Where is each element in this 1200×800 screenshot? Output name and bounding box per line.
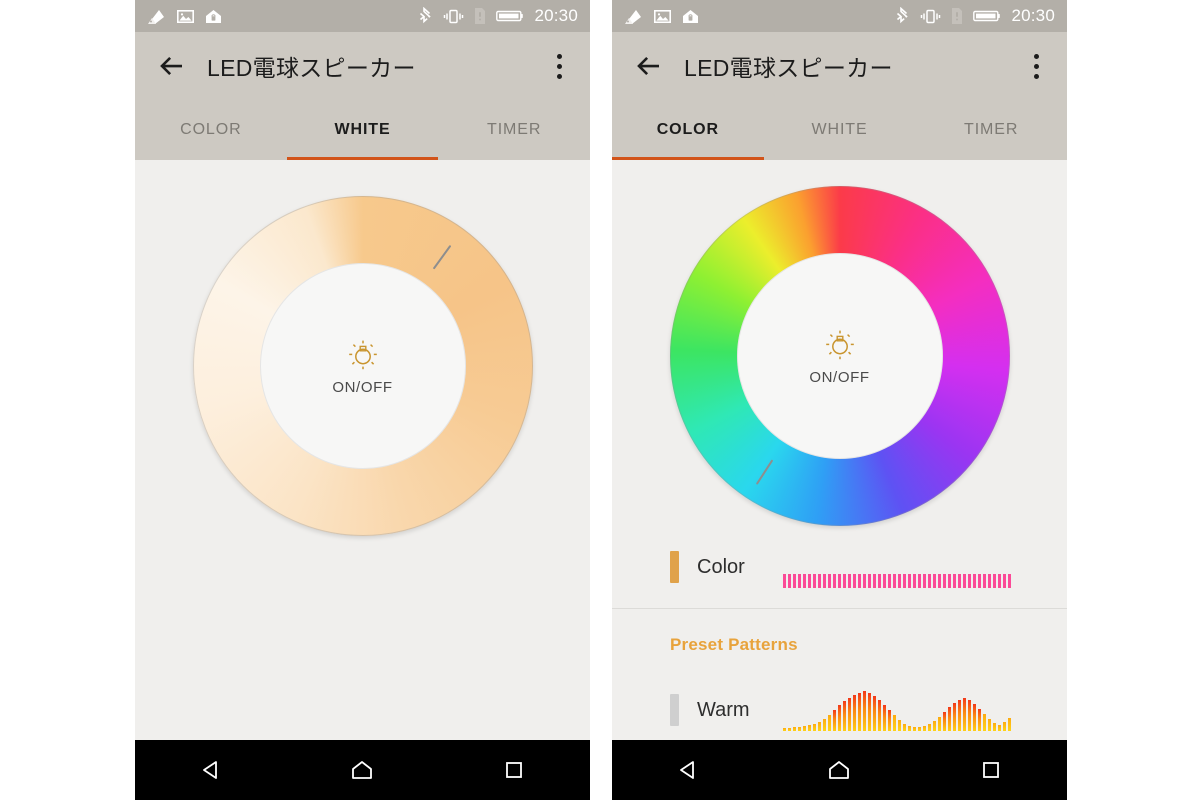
waveform-warm (783, 689, 1011, 731)
tab-timer[interactable]: TIMER (438, 100, 590, 160)
bluetooth-icon (896, 6, 911, 23)
battery-icon (496, 10, 524, 22)
page-title: LED電球スピーカー (684, 55, 893, 81)
home-lock-icon (206, 9, 221, 23)
bluetooth-icon (419, 6, 434, 23)
back-arrow-icon[interactable] (634, 51, 664, 81)
row-indicator (670, 694, 679, 726)
status-bar-left-icons (147, 8, 222, 25)
status-bar-clock: 20:30 (1011, 6, 1055, 25)
nav-home-button[interactable] (812, 750, 866, 790)
back-arrow-icon[interactable] (157, 51, 187, 81)
color-swatch-icon (148, 9, 164, 24)
status-bar: 20:30 (612, 0, 1067, 32)
photo-icon (654, 9, 671, 23)
home-lock-icon (683, 9, 698, 23)
status-bar-left-icons (624, 8, 699, 25)
section-header-preset-patterns: Preset Patterns (670, 635, 798, 654)
tab-white[interactable]: WHITE (286, 100, 439, 160)
status-bar-right-icons: 20:30 (896, 6, 1055, 26)
list-item-label: Color (697, 555, 745, 578)
tab-color[interactable]: COLOR (135, 100, 287, 160)
phone-screenshot-left: 20:30 LED電球スピーカー COLOR WHITE TIMER ON/OF… (135, 0, 590, 800)
light-bulb-icon (348, 340, 377, 369)
sim-card-icon (952, 8, 963, 24)
home-pentagon-icon (829, 761, 850, 779)
tab-bar: COLOR WHITE TIMER (135, 100, 590, 160)
android-nav-bar (612, 740, 1067, 800)
vibrate-icon (921, 9, 941, 23)
status-bar-clock: 20:30 (534, 6, 578, 25)
color-dial[interactable]: ON/OFF (669, 186, 1010, 526)
light-bulb-icon (825, 330, 854, 359)
nav-recents-button[interactable] (487, 750, 541, 790)
page-title: LED電球スピーカー (207, 55, 416, 81)
on-off-label: ON/OFF (332, 378, 393, 396)
home-pentagon-icon (352, 761, 373, 779)
nav-back-button[interactable] (661, 750, 715, 790)
sim-card-icon (475, 8, 486, 24)
waveform-color (783, 546, 1011, 588)
on-off-button[interactable]: ON/OFF (736, 253, 943, 459)
app-bar: LED電球スピーカー (612, 32, 1067, 100)
content-area-color: ON/OFF Color Preset Patterns Warm (612, 160, 1067, 800)
app-bar: LED電球スピーカー (135, 32, 590, 100)
status-bar-right-icons: 20:30 (419, 6, 578, 26)
tab-timer[interactable]: TIMER (915, 100, 1067, 160)
list-item-color[interactable]: Color (612, 526, 1067, 608)
phone-screenshot-right: 20:30 LED電球スピーカー COLOR WHITE TIMER ON/OF… (612, 0, 1067, 800)
nav-home-button[interactable] (335, 750, 389, 790)
tab-white[interactable]: WHITE (764, 100, 916, 160)
tab-color[interactable]: COLOR (612, 100, 764, 160)
list-item-warm[interactable]: Warm (612, 669, 1067, 751)
row-indicator (670, 551, 679, 583)
triangle-left-icon (679, 761, 694, 779)
more-options-icon[interactable] (1027, 50, 1045, 83)
battery-icon (973, 10, 1001, 22)
android-nav-bar (135, 740, 590, 800)
list-item-label: Warm (697, 698, 750, 721)
photo-icon (177, 9, 194, 23)
square-icon (983, 762, 1000, 778)
vibrate-icon (444, 9, 464, 23)
nav-recents-button[interactable] (964, 750, 1018, 790)
triangle-left-icon (202, 761, 217, 779)
on-off-label: ON/OFF (809, 368, 870, 386)
nav-back-button[interactable] (184, 750, 238, 790)
content-area-white: ON/OFF (135, 160, 590, 800)
color-swatch-icon (625, 9, 641, 24)
on-off-button[interactable]: ON/OFF (259, 263, 466, 469)
brightness-dial-white[interactable]: ON/OFF (192, 196, 533, 536)
tab-bar: COLOR WHITE TIMER (612, 100, 1067, 160)
status-bar: 20:30 (135, 0, 590, 32)
more-options-icon[interactable] (550, 50, 568, 83)
square-icon (506, 762, 523, 778)
